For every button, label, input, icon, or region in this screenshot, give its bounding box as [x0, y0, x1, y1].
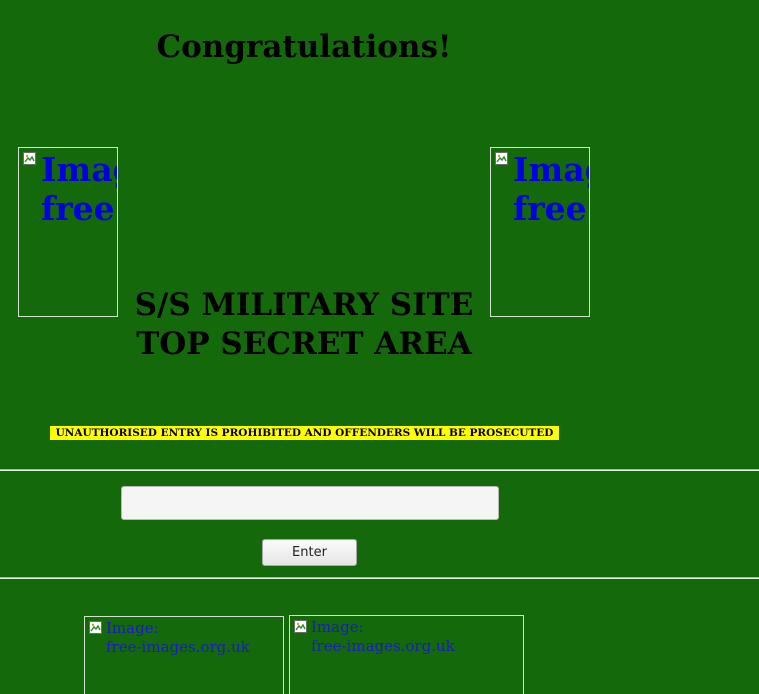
divider-bottom: [0, 577, 759, 579]
image-alt-text: Imag free: [513, 150, 589, 228]
broken-image-icon: [495, 152, 508, 165]
broken-image-icon: [89, 621, 102, 634]
image-alt-text: Imag free: [41, 150, 117, 228]
broken-image-right: Imag free: [490, 147, 590, 317]
page-title: Congratulations!: [156, 29, 452, 65]
broken-image-icon: [23, 152, 36, 165]
broken-image-left: Imag free: [18, 147, 118, 317]
site-heading-line2: TOP SECRET AREA: [136, 326, 472, 362]
broken-image-bottom-right: Image: free-images.org.uk: [289, 615, 524, 694]
image-alt-text: Image: free-images.org.uk: [106, 619, 250, 656]
password-input[interactable]: [121, 486, 499, 520]
site-heading-line1: S/S MILITARY SITE: [134, 287, 474, 323]
divider-top: [0, 469, 759, 471]
enter-button[interactable]: Enter: [262, 539, 357, 566]
broken-image-bottom-left: Image: free-images.org.uk: [84, 616, 284, 694]
broken-image-icon: [294, 620, 307, 633]
warning-banner: UNAUTHORISED ENTRY IS PROHIBITED AND OFF…: [50, 426, 559, 440]
image-alt-text: Image: free-images.org.uk: [311, 618, 455, 655]
